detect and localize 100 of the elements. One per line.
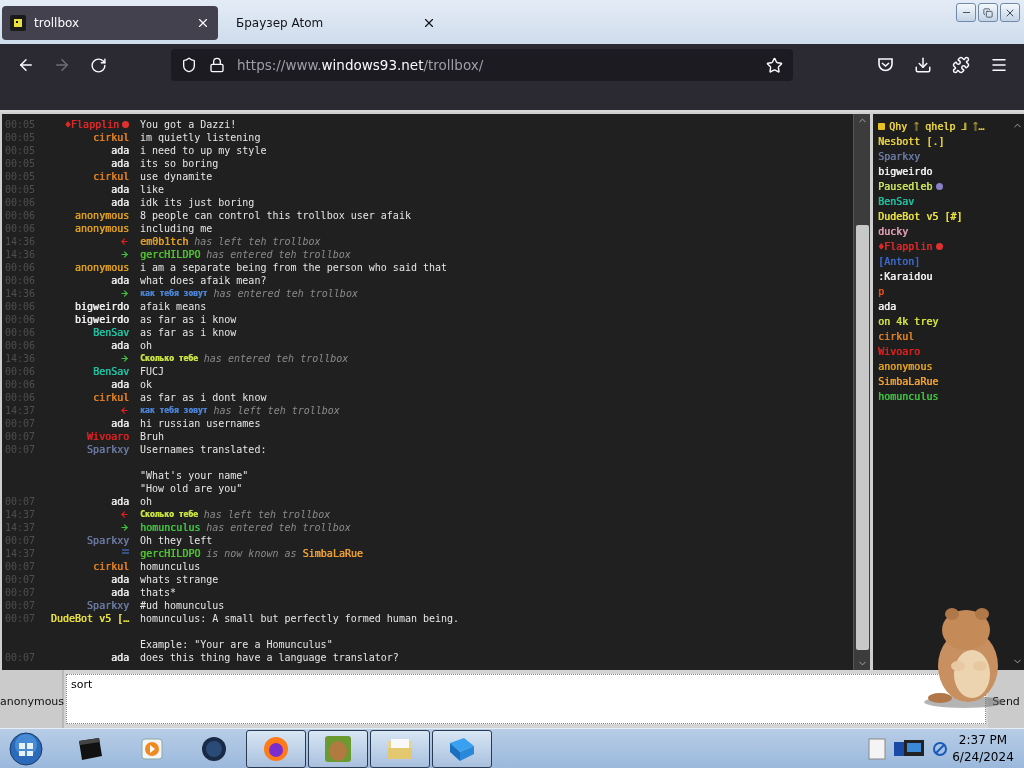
username[interactable]: anonymous [74, 209, 129, 222]
message-text: i need to up my style [140, 144, 268, 157]
arrow-icon [120, 289, 129, 298]
message-text: homunculus [140, 560, 202, 573]
user-name[interactable]: DudeBot v5 [#] [878, 209, 963, 224]
user-name[interactable]: [Anton] [878, 254, 921, 269]
shield-icon[interactable] [181, 57, 197, 73]
restore-icon[interactable] [983, 7, 993, 18]
username[interactable]: ada [110, 144, 129, 157]
user-name[interactable]: Pausedleb [878, 179, 933, 194]
restore-button[interactable] [978, 3, 998, 22]
username[interactable]: anonymous [74, 222, 129, 235]
username[interactable]: DudeBot v5 [… [50, 612, 129, 625]
scrollbar[interactable] [853, 114, 870, 670]
network-icon[interactable] [932, 740, 948, 757]
username[interactable]: gercHILDPO [140, 547, 201, 560]
username[interactable]: anonymous [74, 261, 129, 274]
user-name[interactable]: Sparkxy [878, 149, 921, 164]
lock-icon[interactable] [209, 57, 225, 73]
user-name[interactable]: p [878, 284, 885, 299]
username[interactable]: ♦Flapplin [64, 118, 119, 131]
username[interactable]: ada [110, 378, 129, 391]
user-name[interactable]: ♦Flapplin [878, 239, 933, 254]
username[interactable]: Sparkxy [86, 534, 129, 547]
username[interactable]: ada [110, 274, 129, 287]
username[interactable]: cirkul [92, 391, 129, 404]
app-icon [10, 15, 26, 31]
message-text: i am a separate being from the person who said that [140, 261, 449, 274]
browser-tab[interactable]: trollbox [2, 6, 218, 40]
user-name[interactable]: ducky [878, 224, 909, 239]
username[interactable]: Сколько тебе [140, 508, 198, 521]
close-icon[interactable] [422, 16, 436, 30]
start-button[interactable] [6, 729, 46, 768]
star-icon[interactable] [766, 56, 783, 74]
user-name[interactable]: :Karaidou [878, 269, 933, 284]
taskbar-app-icon[interactable] [246, 729, 306, 768]
user-name[interactable]: Nesbott [.] [878, 134, 945, 149]
user-name[interactable]: ada [878, 299, 897, 314]
username[interactable]: cirkul [92, 170, 129, 183]
username[interactable]: cirkul [92, 560, 129, 573]
username[interactable]: ada [110, 196, 129, 209]
message-text: oh [140, 339, 154, 352]
username[interactable]: SimbaLaRue [302, 547, 363, 560]
message-text: You got a Dazzi! [140, 118, 238, 131]
username[interactable]: bigweirdo [74, 300, 129, 313]
message-text: what does afaik mean? [140, 274, 268, 287]
clock-date[interactable]: 6/24/2024 [952, 748, 1014, 766]
user-name[interactable]: SimbaLaRue [878, 374, 939, 389]
message-text: thats* [140, 586, 178, 599]
user-name[interactable]: Wivoaro [878, 344, 921, 359]
browser-tab[interactable]: Браузер Atom [228, 6, 444, 40]
status-text: has left teh trollbox [203, 508, 331, 521]
username[interactable]: ada [110, 417, 129, 430]
taskbar-app-icon[interactable] [370, 729, 430, 768]
username[interactable]: gercHILDPO [140, 248, 201, 261]
username[interactable]: Sparkxy [86, 599, 129, 612]
user-name[interactable]: on 4k trey [878, 314, 939, 329]
message-input[interactable]: sort [66, 674, 986, 724]
user-name[interactable]: Qhy ᛏ qhelp ⅃ ᛏ… [889, 119, 985, 134]
username[interactable]: ada [110, 495, 129, 508]
taskbar-app-icon[interactable] [308, 729, 368, 768]
user-name[interactable]: BenSav [878, 194, 915, 209]
user-name[interactable]: anonymous [878, 359, 933, 374]
user-name[interactable]: bigweirdo [878, 164, 933, 179]
username[interactable]: bigweirdo [74, 313, 129, 326]
taskbar-app-icon[interactable] [432, 729, 492, 768]
message-text: as far as i know [140, 326, 238, 339]
username[interactable]: Wivoaro [86, 430, 129, 443]
arrow-icon [120, 250, 129, 259]
arrow-icon [120, 406, 129, 415]
send-button[interactable]: Send [988, 670, 1024, 728]
user-name[interactable]: cirkul [878, 329, 915, 344]
close-icon[interactable] [196, 16, 210, 30]
username[interactable]: BenSav [92, 326, 129, 339]
username[interactable]: ada [110, 183, 129, 196]
username[interactable]: homunculus [140, 521, 201, 534]
message-text: oh [140, 495, 154, 508]
clock-time[interactable]: 2:37 PM [958, 731, 1008, 749]
address-bar[interactable]: https://www.windows93.net/trollbox/ [171, 49, 793, 81]
message-text: im quietly listening [140, 131, 262, 144]
status-text: is now known as [206, 547, 297, 560]
user-name[interactable]: homunculus [878, 389, 939, 404]
message-text: use dynamite [140, 170, 214, 183]
username[interactable]: Sparkxy [86, 443, 129, 456]
username[interactable]: как тебя зовут [140, 404, 208, 417]
username[interactable]: ada [110, 157, 129, 170]
username[interactable]: ada [110, 573, 129, 586]
minimize-button[interactable] [956, 3, 976, 22]
close-button[interactable] [1000, 3, 1020, 22]
username[interactable]: BenSav [92, 365, 129, 378]
username[interactable]: em0b1tch [140, 235, 189, 248]
message-text: 8 people can control this trollbox user afaik [140, 209, 412, 222]
username[interactable]: ada [110, 586, 129, 599]
nickname-button[interactable]: anonymous [0, 670, 64, 728]
message-text: FUCJ [140, 365, 166, 378]
username[interactable]: Сколько тебе [140, 352, 198, 365]
username[interactable]: ada [110, 651, 129, 664]
username[interactable]: как тебя зовут [140, 287, 208, 300]
username[interactable]: cirkul [92, 131, 129, 144]
username[interactable]: ada [110, 339, 129, 352]
